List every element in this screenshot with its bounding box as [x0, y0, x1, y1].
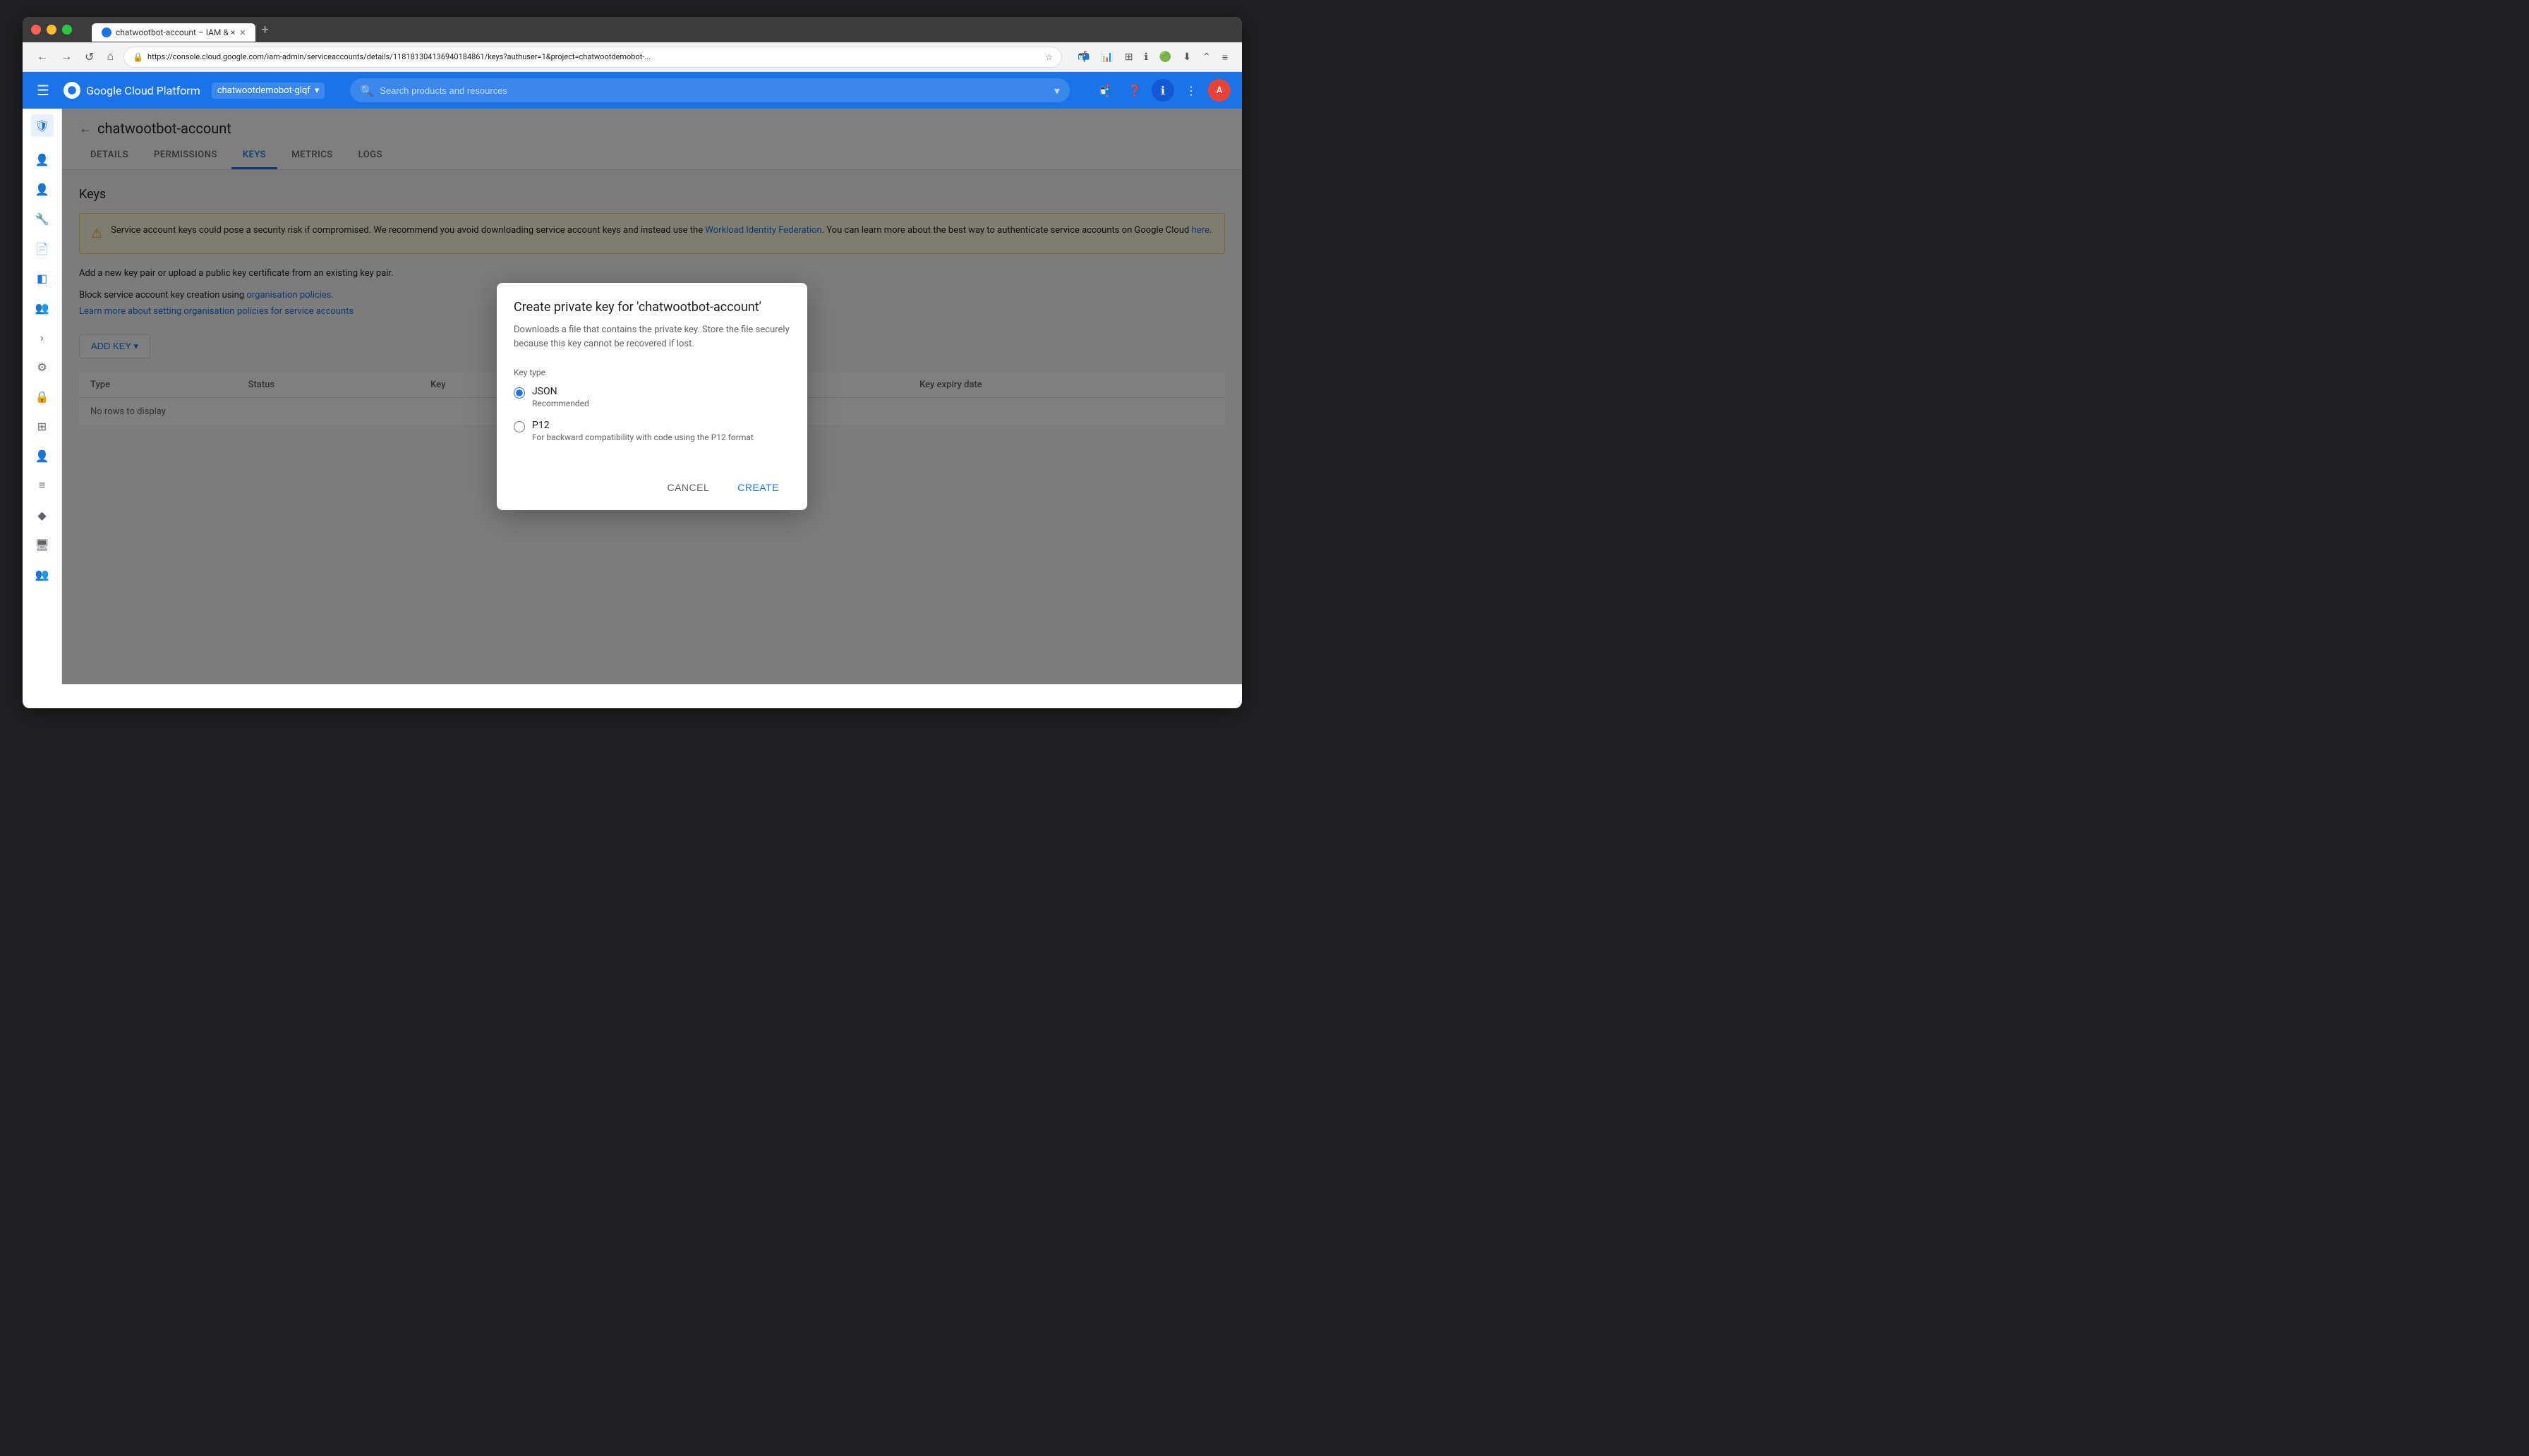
modal-overlay: Create private key for 'chatwootbot-acco…	[62, 109, 1242, 684]
sidebar-icon-layers[interactable]: ◧	[28, 264, 56, 292]
sidebar-icon-list[interactable]: ≡	[28, 471, 56, 499]
url-text: https://console.cloud.google.com/iam-adm…	[147, 52, 651, 61]
json-label-group: JSON Recommended	[532, 386, 589, 408]
tab-bar: chatwootbot-account – IAM & × ✕ +	[83, 18, 283, 42]
sidebar-header-icon: 🛡	[31, 114, 54, 137]
minimize-button[interactable]	[47, 25, 56, 35]
json-sublabel: Recommended	[532, 399, 589, 408]
forward-button[interactable]: →	[58, 48, 75, 66]
star-icon[interactable]: ☆	[1045, 52, 1053, 62]
address-bar: ← → ↺ ⌂ 🔒 https://console.cloud.google.c…	[23, 42, 1242, 72]
modal-body: Key type JSON Recommended	[497, 362, 807, 465]
nav-actions: 📬 ❓ ℹ ⋮ A	[1095, 79, 1231, 102]
close-button[interactable]	[31, 25, 41, 35]
create-button[interactable]: CREATE	[726, 476, 790, 499]
extension-button[interactable]: 🟢	[1157, 48, 1174, 66]
gcp-logo-icon	[64, 82, 80, 99]
home-button[interactable]: ⌂	[104, 48, 116, 66]
sidebar-icon-diamond[interactable]: ◆	[28, 501, 56, 529]
sidebar-icon-file[interactable]: 📄	[28, 234, 56, 262]
account-button[interactable]: ℹ	[1152, 79, 1174, 102]
refresh-button[interactable]: ↺	[82, 47, 97, 67]
sidebar-icon-account[interactable]: 👤	[28, 175, 56, 203]
p12-radio[interactable]	[514, 421, 525, 432]
sidebar: 🛡 👤 👤 🔧 📄 ◧ 👥 › ⚙ 🔒 ⊞ 👤 ≡ ◆ 🖥 👥	[23, 109, 62, 684]
p12-label-group: P12 For backward compatibility with code…	[532, 420, 754, 442]
create-key-dialog: Create private key for 'chatwootbot-acco…	[497, 283, 807, 510]
notifications-button[interactable]: 📬	[1095, 79, 1118, 102]
more-options-button[interactable]: ⋮	[1180, 79, 1202, 102]
modal-description: Downloads a file that contains the priva…	[497, 323, 807, 362]
active-tab[interactable]: chatwootbot-account – IAM & × ✕	[92, 23, 255, 42]
json-option: JSON Recommended	[514, 386, 790, 408]
sidebar-icon-tag[interactable]: ›	[28, 323, 56, 351]
p12-label: P12	[532, 420, 754, 431]
hamburger-menu[interactable]: ☰	[34, 79, 52, 102]
reader-mode[interactable]: ⊞	[1122, 48, 1136, 66]
lock-icon: 🔒	[133, 52, 143, 62]
sidebar-icon-person[interactable]: 👤	[28, 145, 56, 174]
sidebar-icon-person2[interactable]: 👤	[28, 442, 56, 470]
extensions-button[interactable]: 📬	[1075, 48, 1092, 66]
json-label: JSON	[532, 386, 589, 397]
top-navigation: ☰ Google Cloud Platform chatwootdemobot-…	[23, 72, 1242, 109]
profile-button[interactable]: ⌃	[1200, 48, 1214, 66]
maximize-button[interactable]	[62, 25, 72, 35]
main-area: 🛡 👤 👤 🔧 📄 ◧ 👥 › ⚙ 🔒 ⊞ 👤 ≡ ◆ 🖥 👥	[23, 109, 1242, 684]
sidebar-icon-security[interactable]: 🔒	[28, 382, 56, 411]
gcp-app: ☰ Google Cloud Platform chatwootdemobot-…	[23, 72, 1242, 684]
menu-button[interactable]: ≡	[1219, 49, 1231, 66]
gcp-logo: Google Cloud Platform	[64, 82, 200, 99]
sidebar-icon-table[interactable]: ⊞	[28, 412, 56, 440]
cancel-button[interactable]: CANCEL	[656, 476, 720, 499]
back-button[interactable]: ←	[34, 48, 51, 66]
key-type-label: Key type	[514, 368, 790, 377]
p12-sublabel: For backward compatibility with code usi…	[532, 432, 754, 442]
user-avatar[interactable]: A	[1208, 79, 1231, 102]
p12-option: P12 For backward compatibility with code…	[514, 420, 790, 442]
content-area: ← chatwootbot-account DETAILS PERMISSION…	[62, 109, 1242, 684]
tab-title: chatwootbot-account – IAM & ×	[116, 28, 235, 37]
project-selector[interactable]: chatwootdemobot-glqf ▾	[212, 83, 325, 99]
project-name: chatwootdemobot-glqf	[217, 85, 310, 96]
sidebar-icon-key[interactable]: 🔧	[28, 205, 56, 233]
modal-actions: CANCEL CREATE	[497, 465, 807, 510]
browser-actions: 📬 📊 ⊞ ℹ 🟢 ⬇ ⌃ ≡	[1075, 48, 1231, 66]
sidebar-icon-group[interactable]: 👥	[28, 293, 56, 322]
help-button[interactable]: ❓	[1123, 79, 1146, 102]
search-icon: 🔍	[360, 84, 374, 97]
tab-favicon	[102, 28, 111, 37]
sidebar-toggle[interactable]: 📊	[1098, 48, 1116, 66]
info-button[interactable]: ℹ	[1142, 48, 1151, 66]
sidebar-icon-monitor[interactable]: 🖥	[28, 530, 56, 559]
gcp-logo-text: Google Cloud Platform	[86, 84, 200, 97]
project-dropdown-icon: ▾	[315, 85, 320, 96]
url-field[interactable]: 🔒 https://console.cloud.google.com/iam-a…	[123, 47, 1062, 68]
json-radio[interactable]	[514, 387, 525, 399]
search-dropdown-icon: ▾	[1054, 84, 1060, 97]
sidebar-icon-people[interactable]: 👥	[28, 560, 56, 588]
search-bar[interactable]: 🔍 ▾	[350, 78, 1070, 102]
tab-close-button[interactable]: ✕	[239, 28, 246, 37]
modal-title: Create private key for 'chatwootbot-acco…	[497, 283, 807, 323]
download-button[interactable]: ⬇	[1180, 48, 1194, 66]
new-tab-button[interactable]: +	[255, 23, 274, 37]
sidebar-icon-gear[interactable]: ⚙	[28, 353, 56, 381]
search-input[interactable]	[380, 85, 1049, 96]
